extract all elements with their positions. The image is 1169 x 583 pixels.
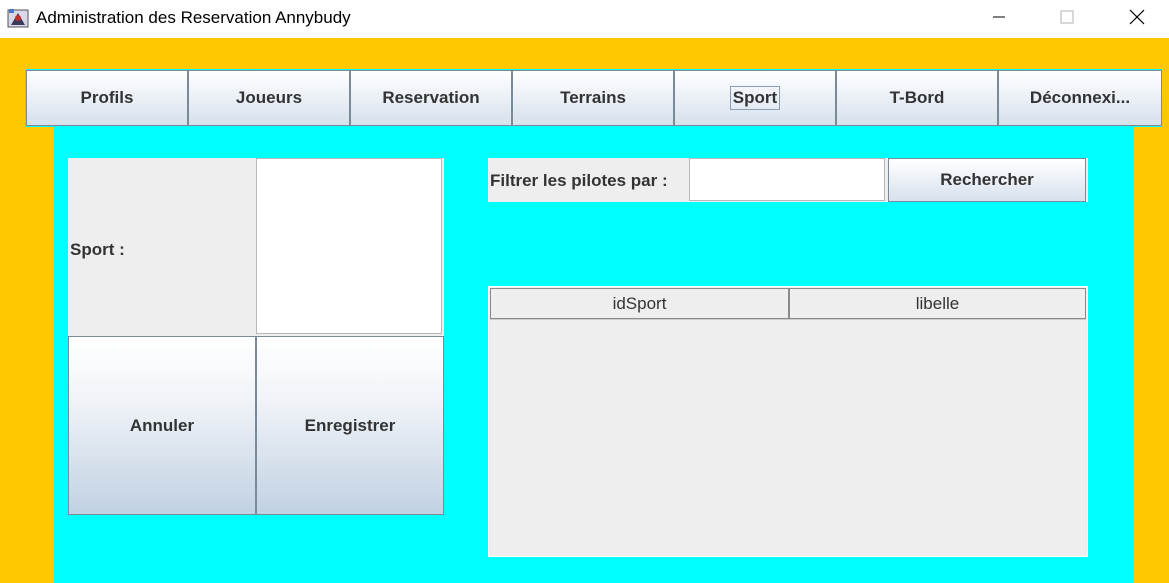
column-header-libelle[interactable]: libelle <box>789 288 1086 319</box>
column-header-label: libelle <box>915 293 960 313</box>
maximize-icon <box>1060 10 1074 24</box>
minimize-button[interactable] <box>976 0 1022 34</box>
save-label: Enregistrer <box>304 415 396 435</box>
java-app-icon <box>7 7 29 29</box>
menu-label: Joueurs <box>235 88 303 107</box>
save-button[interactable]: Enregistrer <box>256 336 444 515</box>
filter-input-field[interactable] <box>689 158 885 201</box>
menu-label: T-Bord <box>889 88 945 107</box>
close-button[interactable] <box>1114 0 1160 34</box>
column-header-idsport[interactable]: idSport <box>490 288 789 319</box>
sport-textarea[interactable] <box>256 158 442 334</box>
filter-label: Filtrer les pilotes par : <box>490 171 668 190</box>
menu-deconnexion-button[interactable]: Déconnexi... <box>998 70 1162 126</box>
maximize-button[interactable] <box>1044 0 1090 34</box>
menu-label: Sport <box>729 86 781 110</box>
menu-terrains-button[interactable]: Terrains <box>512 70 674 126</box>
menu-bar: Profils Joueurs Reservation Terrains Spo… <box>25 69 1162 127</box>
menu-profils-button[interactable]: Profils <box>26 70 188 126</box>
search-button[interactable]: Rechercher <box>888 158 1086 202</box>
table-header: idSport libelle <box>490 288 1086 319</box>
menu-sport-button[interactable]: Sport <box>674 70 836 126</box>
menu-label: Terrains <box>560 88 626 107</box>
menu-label: Déconnexi... <box>1029 88 1131 107</box>
filter-input[interactable] <box>690 159 884 200</box>
filter-panel: Filtrer les pilotes par : Rechercher <box>488 158 1088 202</box>
cancel-button[interactable]: Annuler <box>68 336 256 515</box>
minimize-icon <box>993 16 1005 18</box>
search-label: Rechercher <box>940 170 1034 189</box>
close-icon <box>1129 9 1145 25</box>
main-frame: Profils Joueurs Reservation Terrains Spo… <box>0 38 1169 583</box>
menu-reservation-button[interactable]: Reservation <box>350 70 512 126</box>
title-bar: Administration des Reservation Annybudy <box>0 0 1169 38</box>
cancel-label: Annuler <box>129 415 195 435</box>
menu-tbord-button[interactable]: T-Bord <box>836 70 998 126</box>
column-header-label: idSport <box>612 293 667 313</box>
sport-form-panel: Sport : <box>68 158 444 336</box>
app-window: Administration des Reservation Annybudy … <box>0 0 1169 583</box>
sport-label: Sport : <box>70 240 125 259</box>
menu-joueurs-button[interactable]: Joueurs <box>188 70 350 126</box>
window-title: Administration des Reservation Annybudy <box>36 8 351 27</box>
table-body[interactable] <box>490 319 1086 555</box>
sport-table[interactable]: idSport libelle <box>488 286 1088 557</box>
menu-label: Reservation <box>382 88 480 107</box>
content-panel: Sport : Annuler Enregistrer Filtrer les … <box>54 127 1134 583</box>
menu-label: Profils <box>80 88 134 107</box>
